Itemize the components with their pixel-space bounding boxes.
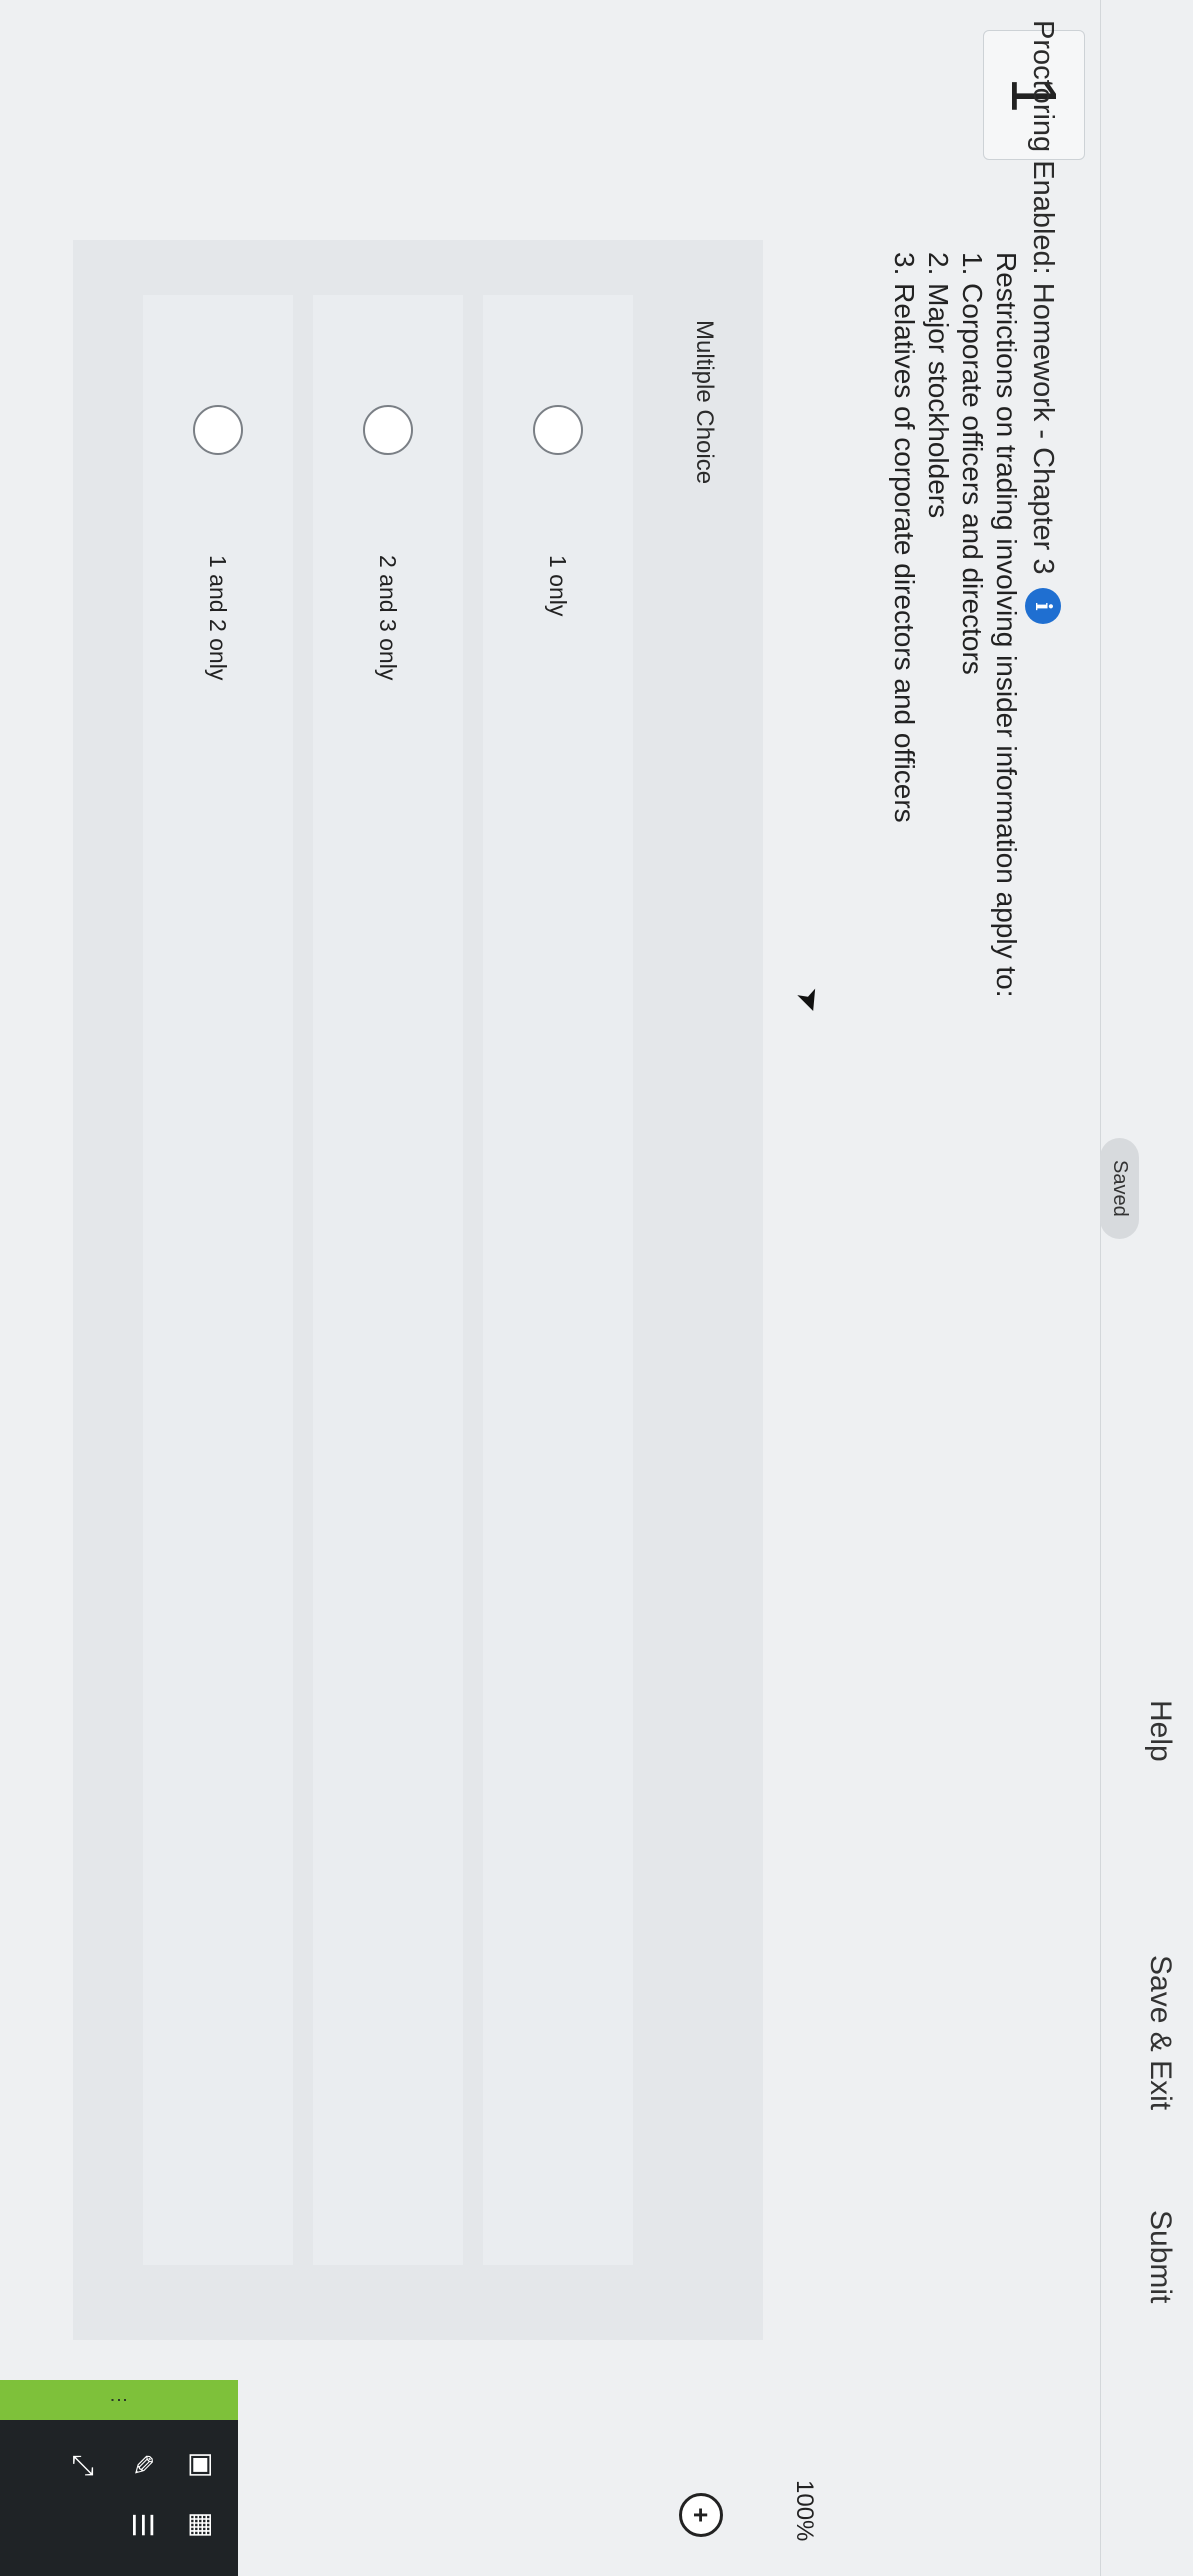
question-type-label: Multiple Choice — [691, 320, 718, 485]
choice-option[interactable]: 1 only — [483, 295, 633, 2265]
info-icon[interactable]: i — [1025, 588, 1061, 625]
help-link[interactable]: Help — [1143, 1700, 1177, 1762]
choice-label: 1 only — [545, 555, 571, 617]
notes-icon[interactable]: ☰ — [118, 2500, 168, 2550]
calculator-icon[interactable]: ▦ — [178, 2500, 228, 2550]
submit-link[interactable]: Submit — [1143, 2210, 1177, 2303]
choice-option[interactable]: 2 and 3 only — [313, 295, 463, 2265]
choice-option[interactable]: 1 and 2 only — [143, 295, 293, 2265]
assignment-title: Proctoring Enabled: Homework - Chapter 3… — [1025, 20, 1061, 625]
pencil-icon[interactable]: ✎ — [118, 2440, 168, 2490]
toolbar-handle-icon[interactable]: ⋮ — [0, 2380, 238, 2420]
tools-toolbar: ⋮ ▣ ▦ ✎ ☰ ⤢ — [0, 2380, 238, 2576]
radio-button[interactable] — [533, 405, 583, 455]
radio-button[interactable] — [363, 405, 413, 455]
zoom-in-icon[interactable]: + — [679, 2493, 723, 2537]
zoom-level: 100% — [791, 2480, 818, 2542]
save-exit-link[interactable]: Save & Exit — [1143, 1955, 1177, 2110]
bookmark-icon[interactable]: ▣ — [178, 2440, 228, 2490]
screen: Help Save & Exit Submit Saved 1 Restrict… — [0, 0, 1193, 2576]
header-divider — [1100, 0, 1101, 2576]
question-text: Restrictions on trading involving inside… — [889, 252, 1022, 998]
mouse-cursor-icon: ➤ — [789, 983, 830, 1019]
expand-icon[interactable]: ⤢ — [58, 2440, 108, 2490]
choice-label: 1 and 2 only — [205, 555, 231, 681]
saved-status-badge: Saved — [1100, 1138, 1139, 1239]
multiple-choice-panel: Multiple Choice 1 only 2 and 3 only 1 an… — [73, 240, 763, 2340]
radio-button[interactable] — [193, 405, 243, 455]
choice-label: 2 and 3 only — [375, 555, 401, 681]
assignment-title-text: Proctoring Enabled: Homework - Chapter 3 — [1027, 20, 1060, 575]
